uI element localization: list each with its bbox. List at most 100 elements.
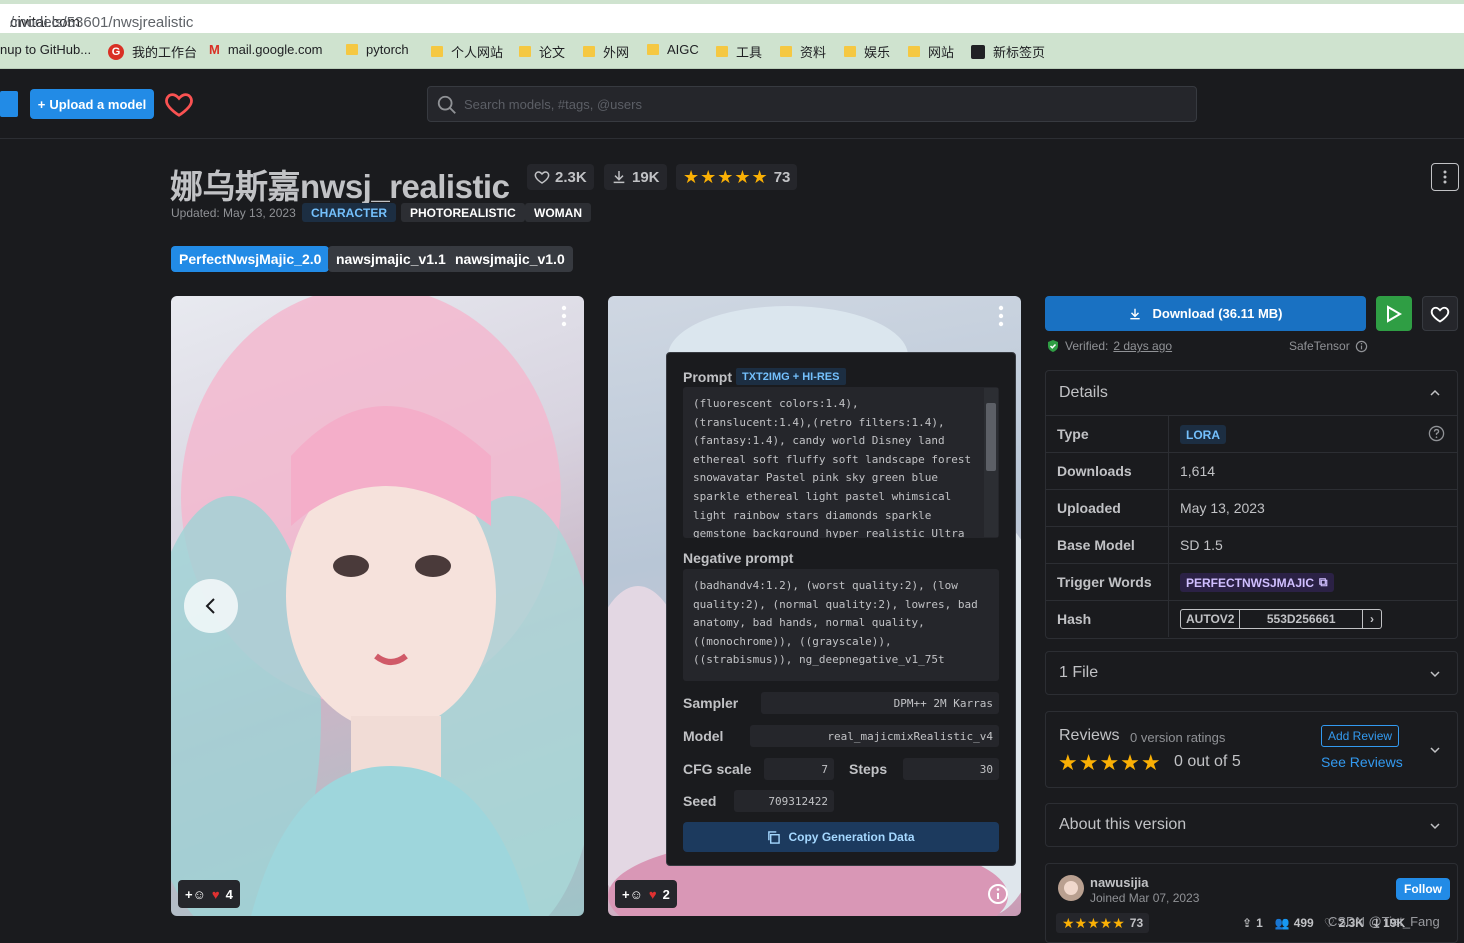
browser-url-bar[interactable]: civitai.com/models/53601/nwsjrealistic bbox=[0, 0, 1464, 33]
see-reviews-link[interactable]: See Reviews bbox=[1321, 754, 1403, 770]
image-menu-icon[interactable] bbox=[993, 304, 1009, 328]
reaction-count: 2 bbox=[662, 886, 670, 902]
chevron-down-icon bbox=[1430, 671, 1440, 678]
copy-icon: ⧉ bbox=[1319, 575, 1328, 589]
bookmark-tools[interactable]: 工具 bbox=[716, 42, 762, 61]
bookmark-entertainment[interactable]: 娱乐 bbox=[844, 42, 890, 61]
image-menu-icon[interactable] bbox=[556, 304, 572, 328]
tag-photorealistic[interactable]: PHOTOREALISTIC bbox=[401, 203, 525, 222]
reviews-panel: Reviews 0 version ratings ★★★★★ 0 out of… bbox=[1045, 711, 1458, 788]
info-icon[interactable] bbox=[1355, 340, 1368, 353]
download-icon bbox=[1130, 308, 1141, 319]
reaction-bar[interactable]: +☺ ♥ 4 bbox=[178, 880, 240, 908]
bookmark-personal-site[interactable]: 个人网站 bbox=[431, 42, 503, 61]
chevron-up-icon[interactable] bbox=[1429, 387, 1441, 399]
sampler-value: DPM++ 2M Karras bbox=[761, 692, 999, 714]
more-options-button[interactable] bbox=[1431, 163, 1459, 191]
prompt-text[interactable]: (fluorescent colors:1.4), (translucent:1… bbox=[683, 387, 999, 538]
hash-type[interactable]: AUTOV2 bbox=[1181, 610, 1241, 628]
sampler-label: Sampler bbox=[683, 695, 739, 711]
search-input[interactable]: Search models, #tags, @users bbox=[427, 86, 1197, 122]
site-logo[interactable] bbox=[0, 91, 18, 117]
shield-check-icon bbox=[1048, 340, 1058, 352]
likes-stat[interactable]: 2.3K bbox=[527, 164, 594, 190]
add-review-button[interactable]: Add Review bbox=[1321, 725, 1400, 747]
scrollbar-thumb[interactable] bbox=[986, 403, 996, 471]
reviews-score: 0 out of 5 bbox=[1174, 753, 1241, 770]
download-button[interactable]: Download (36.11 MB) bbox=[1045, 296, 1366, 331]
help-icon[interactable] bbox=[1428, 425, 1445, 442]
model-value: real_majicmixRealistic_v4 bbox=[750, 725, 999, 747]
version-tab-1-1[interactable]: nawsjmajic_v1.1 bbox=[328, 246, 454, 272]
add-reaction-icon[interactable]: +☺ bbox=[185, 887, 206, 902]
details-title[interactable]: Details bbox=[1059, 384, 1108, 402]
heart-outline-icon bbox=[534, 171, 550, 184]
bookmark-aigc[interactable]: AIGC bbox=[647, 42, 699, 57]
files-panel[interactable]: 1 File bbox=[1045, 651, 1458, 695]
files-title: 1 File bbox=[1059, 664, 1099, 681]
tag-character[interactable]: CHARACTER bbox=[302, 203, 396, 222]
folder-icon bbox=[583, 46, 595, 57]
folder-icon bbox=[908, 46, 920, 57]
details-row-downloads: Downloads 1,614 bbox=[1046, 452, 1457, 489]
model-title: 娜乌斯嘉nwsj_realistic bbox=[170, 168, 510, 205]
carousel-prev-button[interactable] bbox=[184, 579, 238, 633]
safetensor-label: SafeTensor bbox=[1289, 339, 1368, 353]
about-version-panel[interactable]: About this version bbox=[1045, 803, 1458, 847]
version-tab-2-0[interactable]: PerfectNwsjMajic_2.0 bbox=[171, 246, 330, 272]
bookmark-new-tab[interactable]: 新标签页 bbox=[971, 42, 1045, 61]
about-title: About this version bbox=[1059, 816, 1187, 833]
copy-generation-data-button[interactable]: Copy Generation Data bbox=[683, 822, 999, 852]
reaction-count: 4 bbox=[225, 886, 233, 902]
bookmark-workbench[interactable]: G 我的工作台 bbox=[108, 42, 197, 61]
bookmark-pytorch[interactable]: pytorch bbox=[346, 42, 409, 57]
hash-value[interactable]: 553D256661 bbox=[1240, 610, 1363, 628]
heart-icon[interactable] bbox=[164, 89, 194, 119]
cfg-value: 7 bbox=[764, 758, 834, 780]
bookmarks-bar: nup to GitHub... G 我的工作台 Mmail.google.com… bbox=[0, 33, 1464, 69]
add-reaction-icon[interactable]: +☺ bbox=[622, 887, 643, 902]
trigger-word-badge[interactable]: PERFECTNWSJMAJIC ⧉ bbox=[1180, 573, 1334, 592]
upload-icon: ⇪ bbox=[1242, 916, 1253, 930]
creator-joined: Joined Mar 07, 2023 bbox=[1090, 891, 1200, 905]
follow-button[interactable]: Follow bbox=[1396, 878, 1450, 900]
app-header: + Upload a model Search models, #tags, @u… bbox=[0, 69, 1464, 139]
run-model-button[interactable] bbox=[1376, 296, 1412, 331]
tag-woman[interactable]: WOMAN bbox=[525, 203, 591, 222]
rating-stat[interactable]: ★★★★★ 73 bbox=[676, 164, 798, 190]
version-tab-1-0[interactable]: nawsjmajic_v1.0 bbox=[447, 246, 573, 272]
details-row-type: Type LORA bbox=[1046, 415, 1457, 452]
bookmark-papers[interactable]: 论文 bbox=[519, 42, 565, 61]
details-row-trigger-words: Trigger Words PERFECTNWSJMAJIC ⧉ bbox=[1046, 563, 1457, 600]
bookmark-resources[interactable]: 资料 bbox=[780, 42, 826, 61]
upload-model-button[interactable]: + Upload a model bbox=[30, 89, 154, 119]
seed-value: 709312422 bbox=[734, 790, 834, 812]
details-row-hash: Hash AUTOV2 553D256661 › bbox=[1046, 600, 1457, 637]
search-placeholder: Search models, #tags, @users bbox=[464, 97, 642, 112]
creator-name[interactable]: nawusijia bbox=[1090, 875, 1149, 890]
gmail-icon: M bbox=[209, 42, 220, 57]
negative-prompt-text[interactable]: (badhandv4:1.2), (worst quality:2), (low… bbox=[683, 569, 999, 681]
bookmark-github[interactable]: nup to GitHub... bbox=[0, 42, 91, 57]
favorite-button[interactable] bbox=[1422, 296, 1458, 331]
bookmark-sites[interactable]: 网站 bbox=[908, 42, 954, 61]
info-icon[interactable] bbox=[987, 883, 1009, 905]
chevron-down-icon[interactable] bbox=[1429, 744, 1441, 756]
heart-filled-icon: ♥ bbox=[211, 886, 220, 902]
folder-icon bbox=[519, 46, 531, 57]
bookmark-external[interactable]: 外网 bbox=[583, 42, 629, 61]
creator-rating: ★★★★★ 73 bbox=[1056, 913, 1150, 933]
details-row-base-model: Base Model SD 1.5 bbox=[1046, 526, 1457, 563]
verified-date-link[interactable]: 2 days ago bbox=[1113, 339, 1172, 353]
chevron-right-icon[interactable]: › bbox=[1363, 610, 1381, 628]
details-panel: Details Type LORA Downloads 1,614 Upload… bbox=[1045, 370, 1458, 639]
downloads-stat: 19K bbox=[604, 164, 667, 190]
plus-icon: + bbox=[37, 96, 46, 112]
steps-label: Steps bbox=[849, 761, 888, 777]
hash-box[interactable]: AUTOV2 553D256661 › bbox=[1180, 609, 1382, 629]
heart-outline-icon bbox=[1430, 306, 1450, 323]
avatar[interactable] bbox=[1058, 875, 1084, 901]
reaction-bar[interactable]: +☺ ♥ 2 bbox=[615, 880, 677, 908]
download-icon bbox=[613, 171, 625, 184]
bookmark-gmail[interactable]: Mmail.google.com bbox=[209, 42, 323, 57]
